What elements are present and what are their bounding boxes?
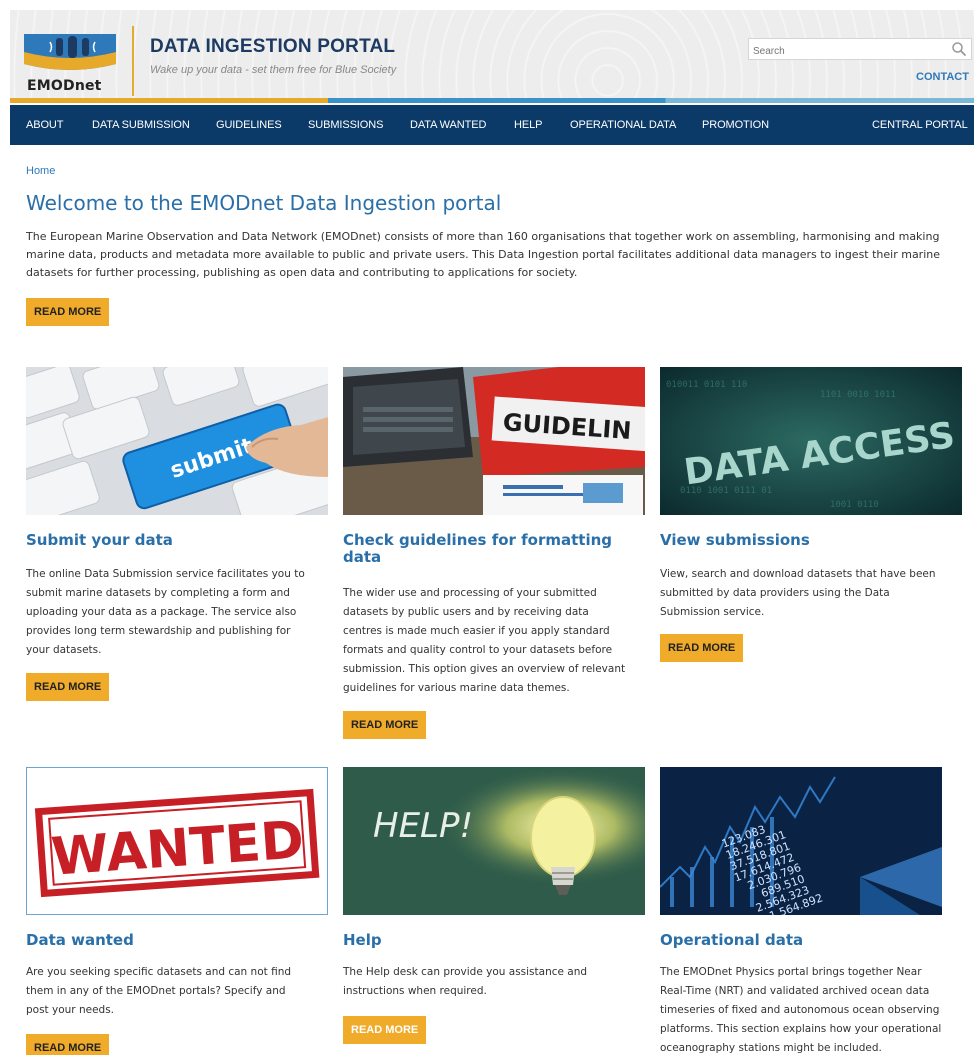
nav-item-help[interactable]: HELP [514,119,542,131]
nav-item-data-wanted[interactable]: DATA WANTED [410,119,486,131]
search-box [748,38,972,62]
card-text-help: The Help desk can provide you assistance… [343,963,645,1001]
text-line: formats and quality control to your data… [343,644,613,656]
nav-item-guidelines[interactable]: GUIDELINES [216,119,282,131]
breadcrumb-home[interactable]: Home [26,165,55,177]
text-line: The Help desk can provide you assistance… [343,966,588,978]
card-title-view-submissions[interactable]: View submissions [660,532,810,549]
header-divider [132,26,134,96]
text-line: uploading your data as a package. The se… [26,606,297,618]
card-title-guidelines[interactable]: Check guidelines for formatting data [343,532,612,566]
text-line: submission. This option gives an overvie… [343,663,626,675]
svg-text:1101 0010 1011: 1101 0010 1011 [820,390,896,400]
card-text-view-submissions: View, search and download datasets that … [660,565,962,622]
site-tagline: Wake up your data - set them free for Bl… [150,64,397,76]
page-title: Welcome to the EMODnet Data Ingestion po… [26,191,502,215]
text-line: submit marine datasets by completing a f… [26,587,290,599]
text-line: The online Data Submission service facil… [26,568,305,580]
text-line: platforms. This section explains how you… [660,1023,942,1035]
contact-link[interactable]: CONTACT [916,71,969,83]
text-line: Are you seeking specific datasets and ca… [26,966,292,978]
submit-read-more-button[interactable]: READ MORE [26,673,110,701]
guidelines-image[interactable]: GUIDELIN [343,367,645,515]
text-line: your datasets. [26,644,102,656]
card-text-submit: The online Data Submission service facil… [26,565,328,660]
text-line: The EMODnet Physics portal brings togeth… [660,966,922,978]
text-line: View, search and download datasets that … [660,568,936,580]
text-line: oceanography stations might be included. [660,1042,882,1054]
keyboard-submit-illustration: submit [26,367,328,515]
submit-image[interactable]: submit [26,367,328,515]
text-line: Submission service. [660,606,765,618]
text-line: provides long term stewardship and publi… [26,625,291,637]
guidelines-read-more-button[interactable]: READ MORE [343,711,427,739]
text-line: The wider use and processing of your sub… [343,587,597,599]
text-line: timeseries of fixed and autonomous ocean… [660,1004,940,1016]
text-line: guidelines for various marine data theme… [343,682,570,694]
view-submissions-read-more-button[interactable]: READ MORE [660,634,744,662]
help-read-more-button[interactable]: READ MORE [343,1016,427,1044]
card-text-data-wanted: Are you seeking specific datasets and ca… [26,963,328,1020]
site-header: EMODnet DATA INGESTION PORTAL Wake up yo… [10,10,974,98]
nav-item-submissions[interactable]: SUBMISSIONS [308,119,383,131]
text-line: centres is made much easier if you apply… [343,625,610,637]
text-line: datasets by public users and by receivin… [343,606,589,618]
card-title-help[interactable]: Help [343,932,382,949]
header-color-stripe [10,98,974,103]
intro-read-more-button[interactable]: READ MORE [26,298,110,326]
wanted-stamp-illustration: WANTED [27,768,327,914]
help-image[interactable]: HELP! [343,767,645,915]
nav-item-about[interactable]: ABOUT [26,119,64,131]
nav-item-promotion[interactable]: PROMOTION [702,119,769,131]
operational-data-illustration: 123.083 18.246.301 37.518.801 17.614.472… [660,767,942,915]
nav-item-data-submission[interactable]: DATA SUBMISSION [92,119,190,131]
text-line: post your needs. [26,1004,115,1016]
guidelines-binder-illustration: GUIDELIN [343,367,645,515]
nav-item-central-portal[interactable]: CENTRAL PORTAL [872,119,968,131]
main-navigation: ABOUT DATA SUBMISSION GUIDELINES SUBMISS… [10,105,974,145]
card-text-guidelines: The wider use and processing of your sub… [343,584,645,698]
card-title-submit[interactable]: Submit your data [26,532,173,549]
help-chalk-label: HELP! [373,806,473,846]
title-line: Check guidelines for formatting [343,531,613,549]
intro-line: The European Marine Observation and Data… [26,230,940,243]
operational-data-image[interactable]: 123.083 18.246.301 37.518.801 17.614.472… [660,767,942,915]
nav-item-operational-data[interactable]: OPERATIONAL DATA [570,119,676,131]
wanted-image[interactable]: WANTED [26,767,328,915]
intro-line: datasets for further processing, publish… [26,266,578,279]
logo-text: EMODnet [27,78,102,94]
card-text-operational-data: The EMODnet Physics portal brings togeth… [660,963,962,1055]
intro-text: The European Marine Observation and Data… [26,228,966,282]
text-line: instructions when required. [343,985,487,997]
svg-text:010011 0101 110: 010011 0101 110 [666,380,747,390]
help-chalkboard-illustration: HELP! [343,767,645,915]
search-icon[interactable] [951,41,967,57]
text-line: submitted by data providers using the Da… [660,587,890,599]
title-line: data [343,548,382,566]
svg-text:1001 0110: 1001 0110 [830,500,879,510]
text-line: them in any of the EMODnet portals? Spec… [26,985,286,997]
text-line: Real-Time (NRT) and validated archived o… [660,985,930,997]
card-title-operational-data[interactable]: Operational data [660,932,803,949]
intro-line: marine data, products and metadata more … [26,248,941,261]
card-title-data-wanted[interactable]: Data wanted [26,932,134,949]
data-wanted-read-more-button[interactable]: READ MORE [26,1034,110,1055]
data-access-image[interactable]: 010011 0101 110 1101 0010 1011 0110 1001 … [660,367,962,515]
site-title: DATA INGESTION PORTAL [150,36,396,57]
data-access-illustration: 010011 0101 1101101 0010 1011 0110 1001 … [660,367,962,515]
search-input[interactable] [749,41,939,62]
